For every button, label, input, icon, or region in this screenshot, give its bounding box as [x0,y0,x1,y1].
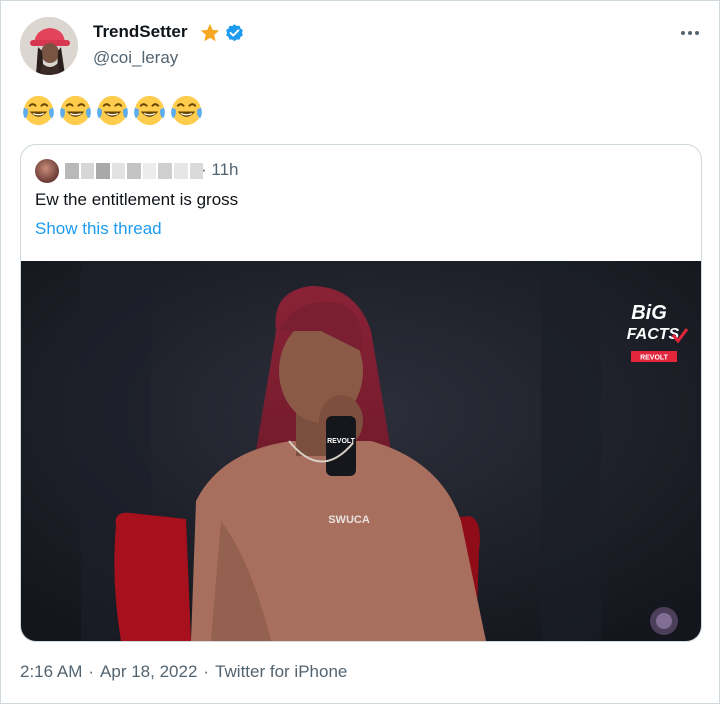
author-handle[interactable]: @coi_leray [93,48,178,68]
svg-text:FACTS: FACTS [627,326,680,343]
laughing-emoji-icon [97,95,128,126]
quoted-tweet-time[interactable]: · 11h [201,160,239,180]
verified-badge-icon [226,24,243,42]
more-options-icon[interactable] [673,23,707,43]
tweet-time[interactable]: 2:16 AM [20,662,82,682]
quoted-tweet[interactable]: · 11h Ew the entitlement is gross Show t… [20,144,702,642]
quoted-tweet-text: Ew the entitlement is gross [35,190,239,209]
tweet-card: TrendSetter @coi_leray · 11h Ew the enti… [0,0,720,704]
laughing-emoji-icon [23,95,54,126]
tweet-source[interactable]: Twitter for iPhone [215,662,347,682]
svg-text:REVOLT: REVOLT [640,355,669,362]
show-thread-link[interactable]: Show this thread [35,219,162,239]
author-avatar[interactable] [20,17,78,75]
quoted-author-avatar[interactable] [35,159,59,183]
separator-dot: · [203,662,210,681]
quoted-tweet-video[interactable]: REVOLT SWUCA BiG FACTS REVOLT [21,261,701,641]
laughing-emoji-icon [171,95,202,126]
svg-text:BiG: BiG [631,302,667,324]
shirt-text: SWUCA [328,514,370,526]
tweet-metadata: 2:16 AM · Apr 18, 2022 · Twitter for iPh… [20,662,347,682]
tweet-date[interactable]: Apr 18, 2022 [100,662,197,682]
separator-dot: · [88,662,95,681]
quoted-author-name-blurred [65,163,204,179]
author-display-name[interactable]: TrendSetter [93,22,187,42]
star-icon [200,23,220,42]
tweet-text [21,93,204,128]
laughing-emoji-icon [60,95,91,126]
laughing-emoji-icon [134,95,165,126]
